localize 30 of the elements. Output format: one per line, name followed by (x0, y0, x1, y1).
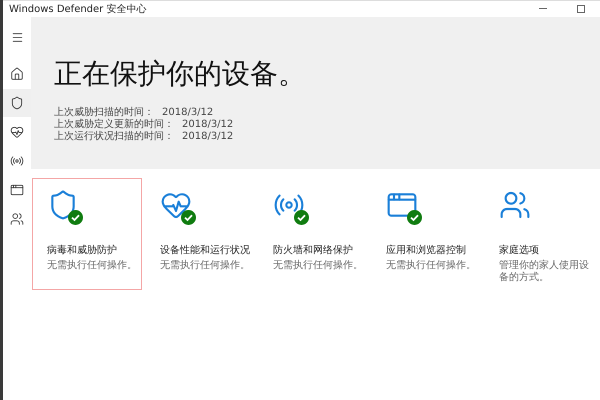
card-title: 防火墙和网络保护 (273, 244, 354, 257)
card-subtitle: 无需执行任何操作。 (160, 260, 251, 272)
maximize-icon (577, 5, 585, 13)
shield-icon (10, 96, 24, 110)
card-title: 设备性能和运行状况 (160, 244, 251, 257)
window-icon (10, 183, 24, 197)
card-title: 家庭选项 (499, 244, 540, 257)
heart-pulse-icon (10, 125, 24, 139)
fact-label: 上次威胁扫描的时间： (54, 107, 154, 118)
people-icon (499, 189, 531, 221)
window-title: Windows Defender 安全中心 (9, 2, 148, 16)
fact-value: 2018/3/12 (162, 107, 214, 119)
card-title: 病毒和威胁防护 (47, 244, 118, 257)
home-icon (10, 67, 24, 81)
antenna-icon (10, 154, 24, 168)
menu-icon (10, 30, 24, 44)
minimize-icon (539, 8, 547, 10)
fact-label: 上次运行状况扫描的时间： (54, 131, 174, 143)
area-card[interactable]: 病毒和威胁防护 无需执行任何操作。 (32, 178, 142, 290)
status-heading: 正在保护你的设备。 (54, 56, 307, 92)
card-subtitle: 管理你的家人使用设备的方式。 (499, 260, 590, 284)
card-title: 应用和浏览器控制 (386, 244, 467, 257)
fact-value: 2018/3/12 (182, 119, 234, 131)
sidebar-item[interactable] (3, 89, 31, 117)
fact-label: 上次威胁定义更新的时间： (54, 119, 174, 130)
card-subtitle: 无需执行任何操作。 (273, 260, 364, 272)
fact-value: 2018/3/12 (182, 131, 234, 143)
people-icon (10, 212, 24, 226)
card-subtitle: 无需执行任何操作。 (386, 260, 477, 272)
card-subtitle: 无需执行任何操作。 (47, 260, 138, 272)
